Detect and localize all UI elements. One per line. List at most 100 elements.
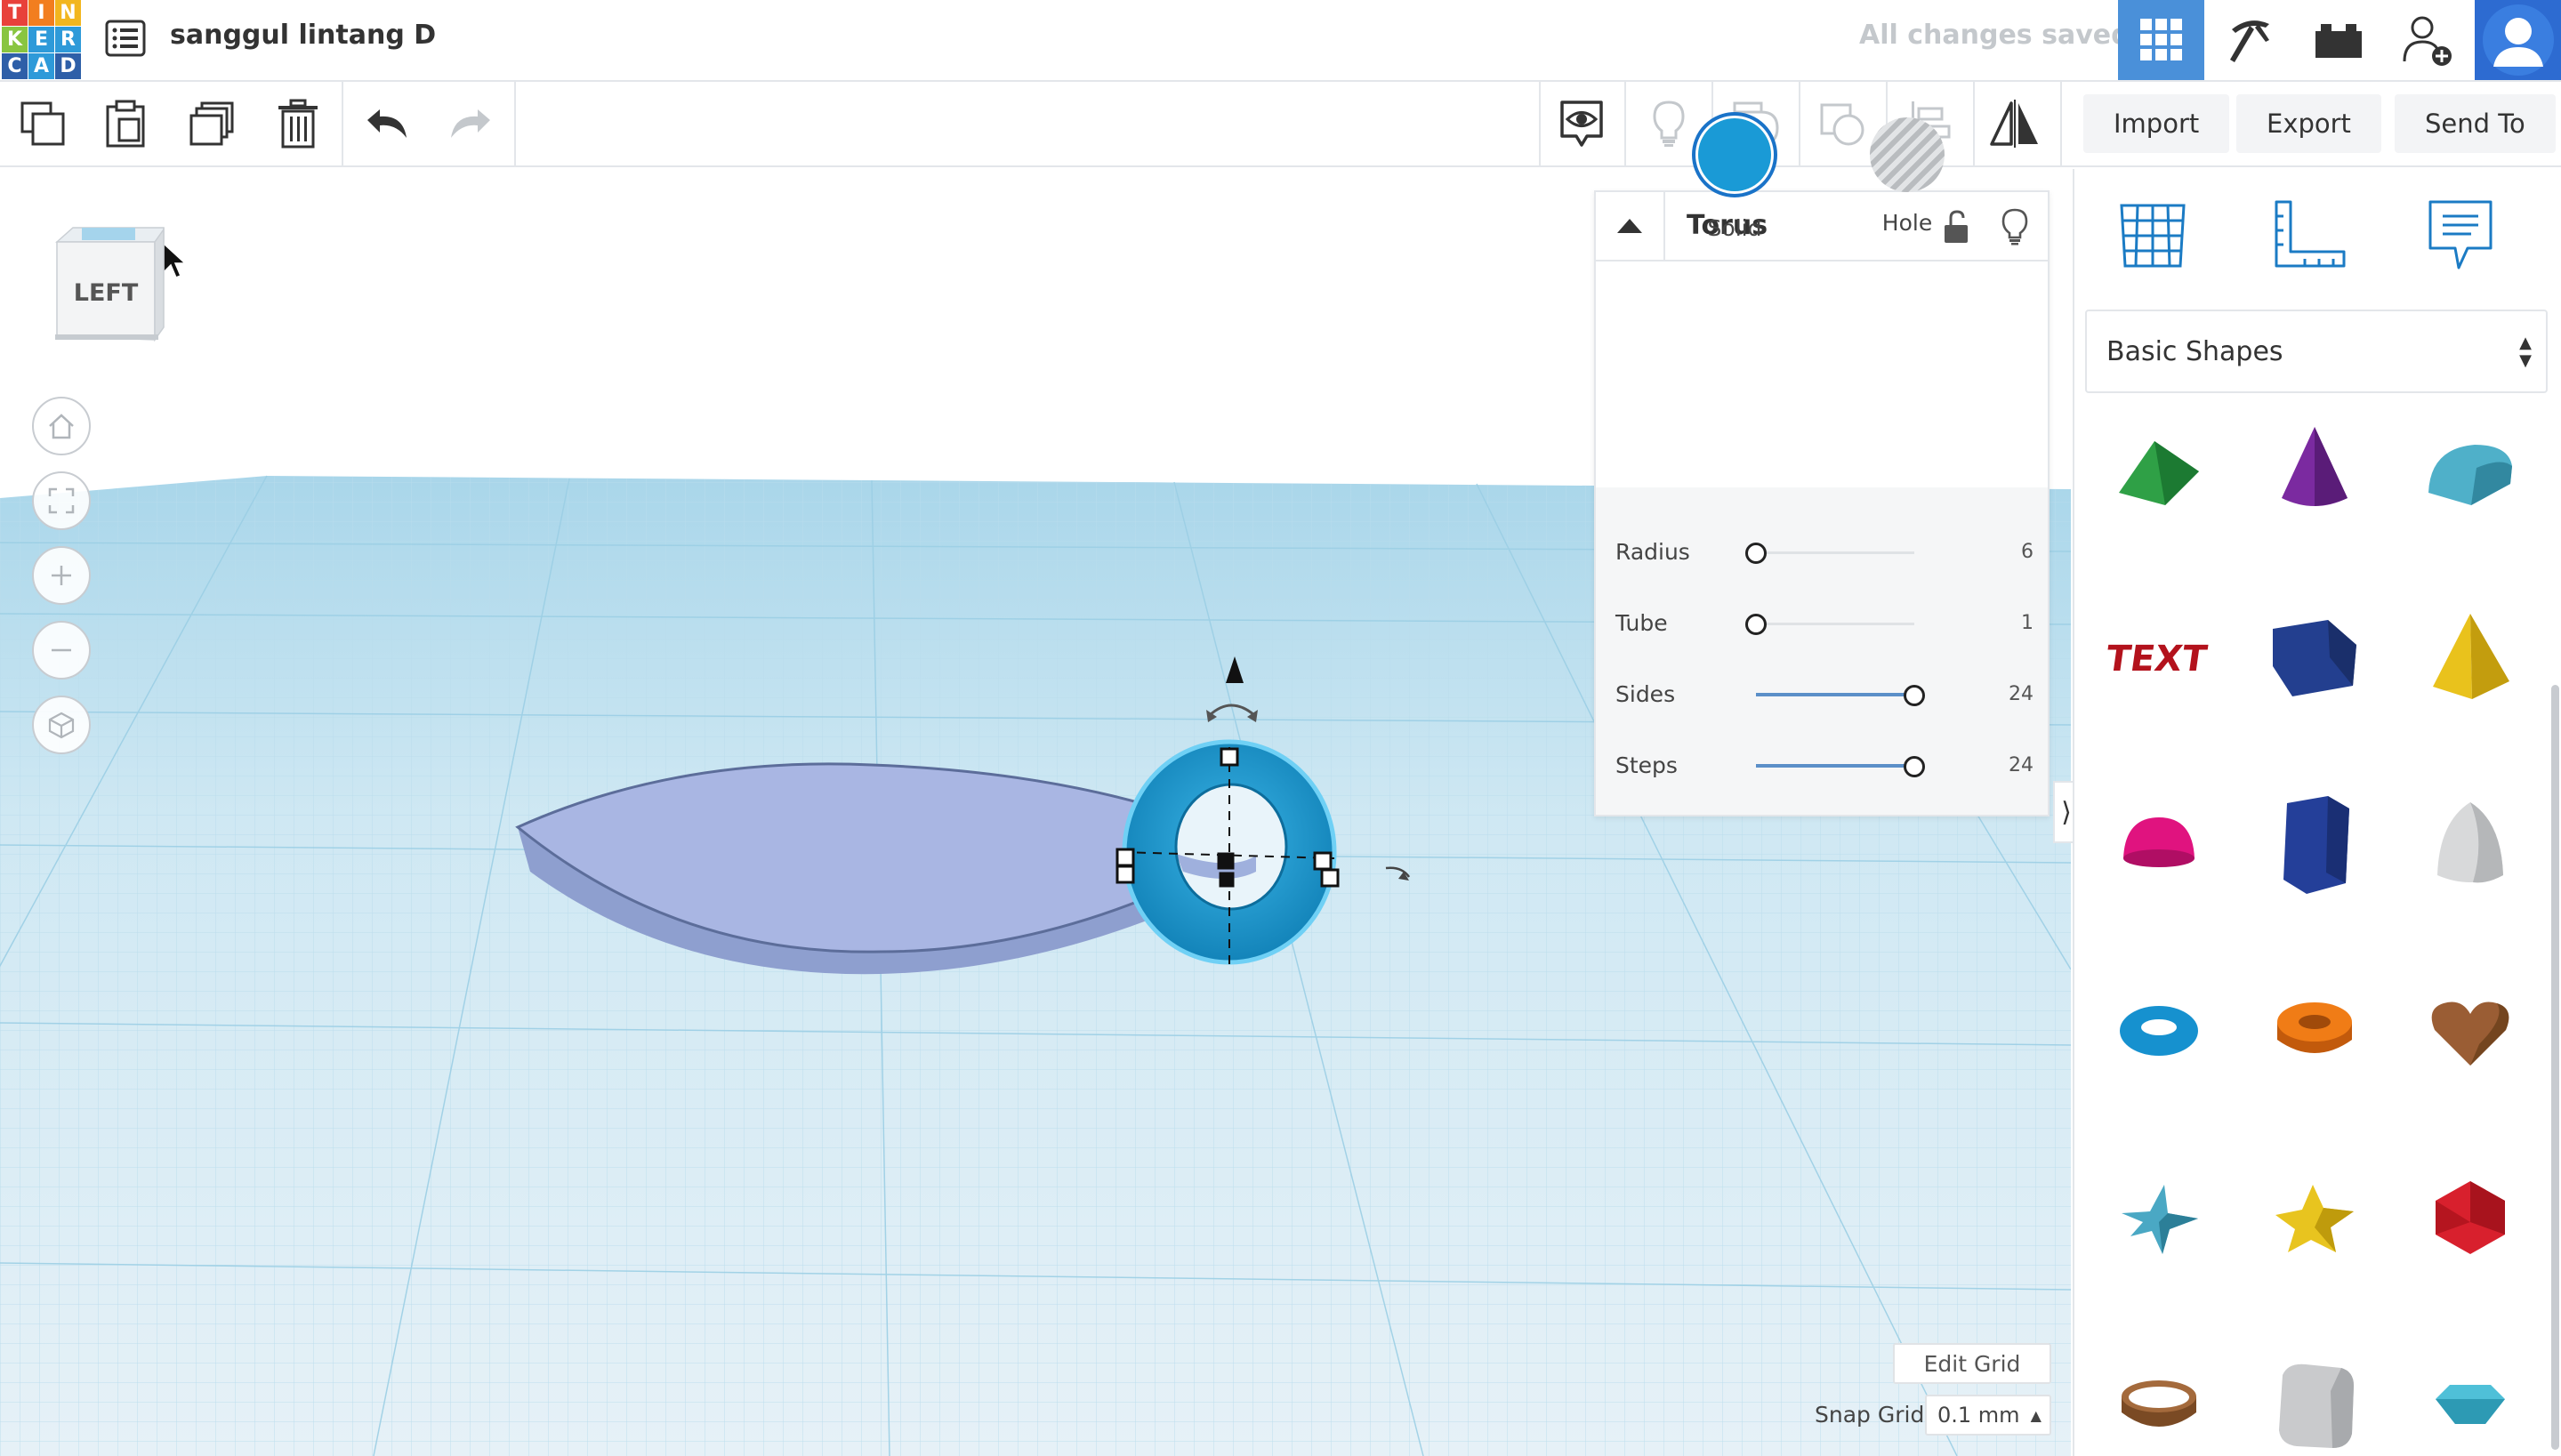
logo-letter: T (2, 0, 28, 26)
fit-view-button[interactable] (32, 471, 91, 530)
polygon-shape-icon[interactable] (2248, 777, 2381, 911)
star-teal-shape-icon[interactable] (2092, 1151, 2226, 1284)
note-icon (2428, 200, 2493, 269)
shape-category-select[interactable]: Basic Shapes ▲ ▼ (2085, 310, 2548, 393)
view-cube-face-label: LEFT (73, 279, 139, 307)
design-list-button[interactable] (103, 16, 148, 60)
fit-view-icon (48, 487, 75, 514)
workplane-tool-button[interactable] (2108, 190, 2197, 279)
shape-parameters: Radius 6 Tube 1 Sides 24 Steps 24 (1594, 487, 2050, 816)
mirror-icon (1990, 100, 2038, 148)
logo-letter: E (28, 27, 54, 52)
user-avatar[interactable] (2475, 0, 2561, 80)
hole-mode-button[interactable]: Hole (1854, 112, 1961, 236)
snap-grid-value: 0.1 mm (1937, 1403, 2020, 1428)
design-title[interactable]: sanggul lintang D (170, 20, 436, 51)
duplicate-icon (189, 101, 234, 146)
solid-mode-button[interactable]: Solid (1681, 112, 1788, 241)
param-label: Sides (1615, 681, 1676, 707)
text-shape-icon[interactable]: TEXT (2092, 591, 2226, 724)
diamond-shape-icon[interactable] (2404, 1338, 2537, 1456)
workplane-icon (2120, 204, 2186, 268)
logo-letter: R (55, 27, 81, 52)
import-button[interactable]: Import (2083, 94, 2230, 153)
icosahedron-shape-icon[interactable] (2404, 1151, 2537, 1284)
tube-slider-knob[interactable] (1745, 614, 1767, 635)
export-button[interactable]: Export (2236, 94, 2381, 153)
logo-letter: D (55, 53, 81, 79)
chevron-up-icon (1617, 219, 1642, 233)
half-cylinder-shape-icon[interactable] (2404, 404, 2537, 537)
undo-button[interactable] (358, 94, 416, 153)
paraboloid-shape-icon[interactable] (2404, 777, 2537, 911)
star-yellow-shape-icon[interactable] (2248, 1151, 2381, 1284)
view-cube[interactable]: LEFT (52, 222, 167, 347)
sides-slider-knob[interactable] (1904, 685, 1925, 706)
solid-color-swatch[interactable] (1692, 112, 1777, 197)
param-sides[interactable]: Sides 24 (1615, 678, 2033, 713)
param-value[interactable]: 6 (2021, 541, 2033, 563)
ring-shape-icon[interactable] (2092, 1338, 2226, 1456)
torus-shape-icon[interactable] (2092, 964, 2226, 1098)
sidebar-scrollbar[interactable] (2551, 685, 2559, 1450)
logo-letter: C (2, 53, 28, 79)
bricks-button[interactable] (2295, 0, 2381, 80)
show-notes-button[interactable] (1552, 94, 1611, 153)
snap-grid-select[interactable]: 0.1 mm ▲ (1925, 1395, 2051, 1436)
shape-category-value: Basic Shapes (2106, 335, 2283, 367)
param-radius[interactable]: Radius 6 (1615, 535, 2033, 571)
zoom-in-button[interactable] (32, 546, 91, 605)
solid-label: Solid (1707, 215, 1762, 241)
duplicate-button[interactable] (183, 94, 242, 153)
ruler-icon (2275, 200, 2346, 268)
pickaxe-button[interactable] (2206, 0, 2292, 80)
collapse-inspector-button[interactable] (1596, 192, 1665, 260)
pyramid-shape-icon[interactable] (2404, 591, 2537, 724)
home-icon (49, 414, 74, 439)
projection-toggle-button[interactable] (32, 696, 91, 754)
hemisphere-shape-icon[interactable] (2092, 777, 2226, 911)
plus-icon (52, 566, 71, 585)
delete-button[interactable] (269, 94, 327, 153)
mirror-button[interactable] (1985, 94, 2044, 153)
param-steps[interactable]: Steps 24 (1615, 749, 2033, 784)
invite-user-button[interactable] (2384, 0, 2470, 80)
paste-button[interactable] (96, 94, 155, 153)
param-tube[interactable]: Tube 1 (1615, 607, 2033, 642)
svg-text:TEXT: TEXT (2106, 639, 2210, 680)
edit-grid-button[interactable]: Edit Grid (1893, 1343, 2051, 1384)
trash-icon (278, 99, 318, 149)
tube-shape-icon[interactable] (2248, 964, 2381, 1098)
hole-label: Hole (1881, 210, 1933, 236)
send-to-button[interactable]: Send To (2395, 94, 2556, 153)
hole-swatch[interactable] (1870, 117, 1945, 192)
param-label: Steps (1615, 752, 1678, 778)
cone-shape-icon[interactable] (2248, 404, 2381, 537)
radius-slider-knob[interactable] (1745, 543, 1767, 564)
param-value[interactable]: 1 (2021, 612, 2033, 634)
box-shape-icon[interactable] (2248, 591, 2381, 724)
hide-shape-button[interactable] (1993, 205, 2037, 249)
home-view-button[interactable] (32, 397, 91, 455)
shape-library-grid: TEXT (2074, 404, 2555, 1456)
3d-design-button[interactable] (2118, 0, 2204, 80)
clipboard-icon (106, 100, 145, 148)
param-value[interactable]: 24 (2009, 683, 2033, 705)
minus-icon (52, 648, 71, 652)
avatar-icon (2482, 4, 2554, 76)
redo-button[interactable] (441, 94, 500, 153)
param-value[interactable]: 24 (2009, 754, 2033, 776)
tinkercad-logo[interactable]: T I N K E R C A D (2, 0, 82, 79)
rounded-box-shape-icon[interactable] (2248, 1338, 2381, 1456)
steps-slider-knob[interactable] (1904, 756, 1925, 777)
save-status: All changes saved (1859, 20, 2130, 51)
heart-shape-icon[interactable] (2404, 964, 2537, 1098)
zoom-out-button[interactable] (32, 621, 91, 680)
ruler-tool-button[interactable] (2263, 190, 2352, 279)
caret-up-icon: ▲ (2030, 1406, 2042, 1424)
copy-button[interactable] (13, 94, 72, 153)
inspector-header: Torus (1596, 192, 2048, 261)
roof-shape-icon[interactable] (2092, 404, 2226, 537)
logo-letter: A (28, 53, 54, 79)
notes-tool-button[interactable] (2416, 190, 2505, 279)
